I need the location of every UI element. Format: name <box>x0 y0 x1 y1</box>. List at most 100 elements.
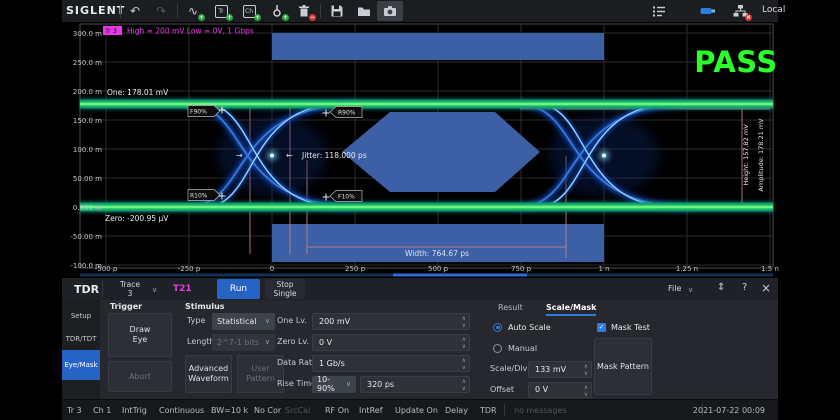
auto-scale-radio[interactable] <box>493 323 502 332</box>
chevron-down-icon: ∨ <box>265 317 270 325</box>
svg-text:-250 p: -250 p <box>178 265 201 273</box>
status-mode: TDR <box>480 406 497 415</box>
chevron-down-icon: ∨ <box>265 338 270 346</box>
spinner-icons[interactable]: ∧∨ <box>462 378 466 392</box>
svg-text:750 p: 750 p <box>511 265 532 273</box>
delete-trace-icon[interactable]: − <box>294 2 314 20</box>
tab-scale-mask[interactable]: Scale/Mask <box>546 303 596 316</box>
redo-icon[interactable]: ↷ <box>151 2 171 20</box>
type-label: Type <box>187 316 205 325</box>
auto-scale-label: Auto Scale <box>508 323 551 332</box>
add-channel-icon[interactable]: Ch + <box>239 2 259 20</box>
abort-button[interactable]: Abort <box>108 361 172 392</box>
one-level-input[interactable]: 200 mV ∧∨ <box>312 313 470 330</box>
spinner-icons[interactable]: ∧∨ <box>584 363 588 377</box>
svg-text:-500 p: -500 p <box>95 265 118 273</box>
status-srccal: SrcCal <box>285 406 310 415</box>
tab-eye-mask[interactable]: Eye/Mask <box>62 350 100 380</box>
top-toolbar: SIGLENT ↶ ↷ ∿ + Tr + Ch + + − <box>62 0 778 22</box>
y-axis-labels: 300.0 m250.0 m 200.0 m150.0 m 100.0 m50.… <box>70 30 102 270</box>
local-mode-label[interactable]: Local <box>762 5 785 15</box>
stop-single-button[interactable]: Stop Single <box>265 279 305 299</box>
spinner-icons[interactable]: ∧∨ <box>462 336 466 350</box>
h-position-thumb[interactable] <box>393 274 527 277</box>
data-rate-label: Data Rate <box>277 358 317 367</box>
file-menu[interactable]: File <box>668 284 681 293</box>
add-trace-icon[interactable]: Tr + <box>211 2 231 20</box>
svg-text:250 p: 250 p <box>345 265 366 273</box>
svg-text:1.25 n: 1.25 n <box>676 265 698 273</box>
jitter-arrow-right-icon: → <box>236 151 243 160</box>
eye-diagram-plot[interactable]: 300.0 m250.0 m 200.0 m150.0 m 100.0 m50.… <box>0 22 840 278</box>
draw-eye-button[interactable]: Draw Eye <box>108 313 172 357</box>
mask-top <box>272 33 604 60</box>
run-button[interactable]: Run <box>217 279 260 299</box>
length-select[interactable]: 2^7-1 bits ∨ <box>212 334 275 351</box>
open-file-icon[interactable] <box>354 2 374 20</box>
spinner-icons[interactable]: ∧∨ <box>462 357 466 371</box>
scale-div-label: Scale/Div <box>490 364 527 373</box>
status-sweep: Continuous <box>159 406 204 415</box>
status-update: Update On <box>395 406 438 415</box>
data-rate-input[interactable]: 1 Gb/s ∧∨ <box>312 355 470 372</box>
marker-f10-label: F10% <box>338 194 355 201</box>
length-label: Length <box>187 337 215 346</box>
close-icon[interactable]: × <box>761 281 771 295</box>
height-annotation: Height: 157.82 mV <box>742 124 750 186</box>
panel-sidebar: Setup TDR/TDT Eye/Mask <box>62 300 100 399</box>
status-reference: IntRef <box>359 406 383 415</box>
control-row: TDR Trace 3 ∨ T21 Run Stop Single File ∨… <box>62 278 778 300</box>
type-select[interactable]: Statistical ∨ <box>212 313 275 330</box>
jitter-annotation: Jitter: 118.000 ps <box>301 151 367 160</box>
mask-pattern-button[interactable]: Mask Pattern <box>594 338 652 395</box>
zero-level-input[interactable]: 0 V ∧∨ <box>312 334 470 351</box>
help-icon[interactable]: ? <box>742 282 747 293</box>
remove-badge-icon: − <box>309 14 316 21</box>
svg-text:100.0 m: 100.0 m <box>73 146 102 154</box>
save-icon[interactable] <box>327 2 347 20</box>
marker-r10-label: R10% <box>190 193 208 200</box>
spinner-icons[interactable]: ∧∨ <box>462 315 466 329</box>
x-axis-labels: -500 p-250 p 0250 p 500 p750 p 1 n1.25 n… <box>95 265 779 273</box>
status-channel: Ch 1 <box>93 406 111 415</box>
mask-test-checkbox[interactable]: ✓ <box>597 323 606 332</box>
zero-rail <box>80 203 773 212</box>
screenshot-button[interactable] <box>377 1 403 21</box>
width-annotation: Width: 764.67 ps <box>405 249 469 258</box>
offset-input[interactable]: 0 V ∧∨ <box>528 382 592 398</box>
rise-time-input[interactable]: 320 ps ∧∨ <box>360 376 470 393</box>
tab-tdr-tdt[interactable]: TDR/TDT <box>62 327 100 350</box>
spinner-icons[interactable]: ∧∨ <box>584 384 588 398</box>
rise-time-ref-select[interactable]: 10-90% ∨ <box>312 376 356 393</box>
tab-setup[interactable]: Setup <box>62 304 100 327</box>
task-list-icon[interactable] <box>649 2 669 20</box>
trace-selector[interactable]: Trace 3 <box>110 280 150 298</box>
plus-badge-icon: + <box>254 14 261 21</box>
marker-r90-label: R90% <box>338 110 356 117</box>
lan-status-icon[interactable]: × <box>730 2 750 20</box>
status-trace: Tr 3 <box>67 406 82 415</box>
expand-collapse-icon[interactable]: ⇕ <box>717 282 725 293</box>
undo-icon[interactable]: ↶ <box>125 2 145 20</box>
divider <box>120 4 121 18</box>
scale-div-input[interactable]: 133 mV ∧∨ <box>528 361 592 378</box>
mask-test-label: Mask Test <box>611 323 650 332</box>
manual-radio[interactable] <box>493 344 502 353</box>
manual-label: Manual <box>508 344 537 353</box>
trace-badge-label: Tr 3 <box>104 27 117 35</box>
one-level-annotation: One: 178.01 mV <box>107 88 169 97</box>
chevron-down-icon: ∨ <box>152 286 157 294</box>
probe-icon[interactable]: + <box>267 2 287 20</box>
status-bar: Tr 3 Ch 1 IntTrig Continuous BW=10 k No … <box>62 399 778 420</box>
svg-text:200.0 m: 200.0 m <box>73 88 102 96</box>
advanced-waveform-button[interactable]: Advanced Waveform <box>185 355 232 393</box>
jitter-arrow-left-icon: ← <box>286 151 293 160</box>
lan-error-badge-icon: × <box>745 14 752 21</box>
chevron-down-icon: ∨ <box>688 286 693 294</box>
zero-level-label: Zero Lv. <box>277 337 309 346</box>
status-trigger: IntTrig <box>122 406 147 415</box>
plus-badge-icon: + <box>282 14 289 21</box>
tab-result[interactable]: Result <box>498 303 523 312</box>
usb-icon[interactable] <box>698 2 718 20</box>
add-waveform-icon[interactable]: ∿ + <box>183 2 203 20</box>
